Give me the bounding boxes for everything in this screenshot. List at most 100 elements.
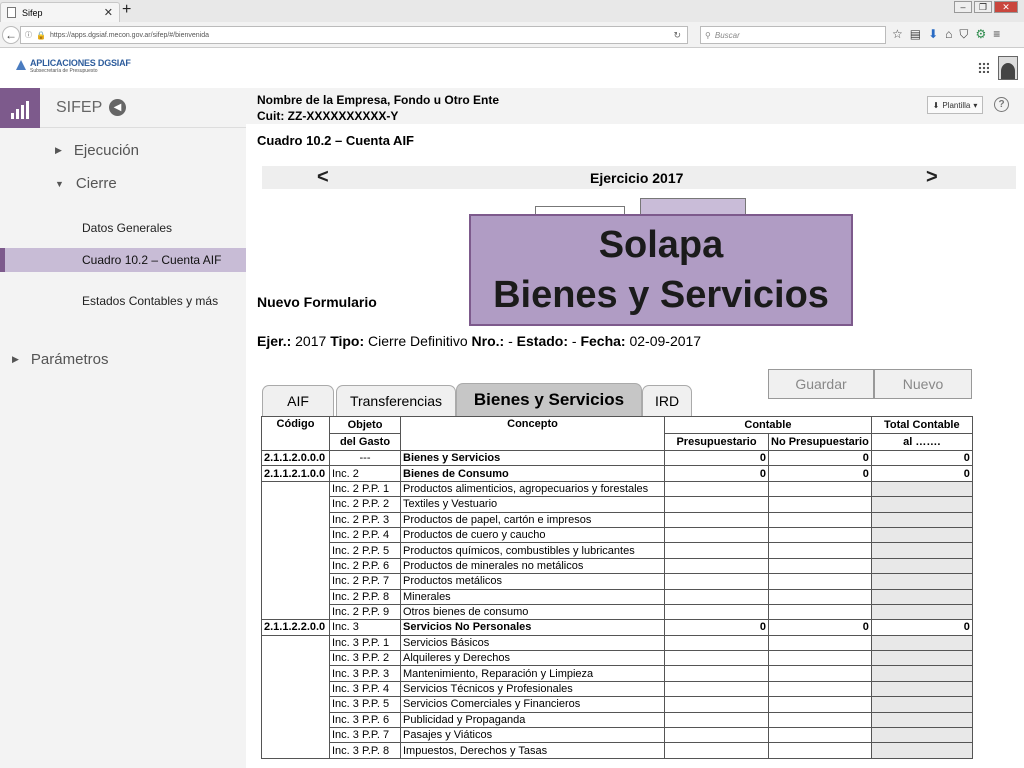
new-tab-icon[interactable]: +	[122, 1, 131, 19]
input-no-presupuestario[interactable]	[768, 650, 872, 667]
logo-title: APLICACIONES DGSIAF	[30, 58, 131, 68]
input-presupuestario[interactable]	[664, 526, 769, 544]
sidebar-subitem-datos-generales[interactable]: Datos Generales	[82, 221, 172, 235]
input-presupuestario[interactable]	[664, 496, 769, 513]
sidebar-item-ejecucion[interactable]: ▶ Ejecución	[55, 142, 139, 159]
window-close-icon[interactable]: ✕	[994, 1, 1018, 13]
cell-total-readonly	[870, 665, 973, 682]
annotation-callout: Solapa Bienes y Servicios	[469, 214, 853, 326]
input-no-presupuestario[interactable]	[768, 711, 872, 729]
cell-concepto: Otros bienes de consumo	[400, 603, 665, 621]
input-presupuestario[interactable]	[664, 480, 769, 498]
cell-no-presupuestario: 0	[768, 465, 872, 482]
sidebar-subitem-estados-contables[interactable]: Estados Contables y más	[82, 294, 218, 308]
input-no-presupuestario[interactable]	[768, 680, 872, 698]
cell-objeto: Inc. 3 P.P. 5	[329, 696, 401, 713]
close-tab-icon[interactable]: ✕	[104, 6, 113, 19]
cell-concepto: Productos químicos, combustibles y lubri…	[400, 542, 665, 559]
sidebar-item-label: Cierre	[75, 175, 117, 192]
help-icon[interactable]: ?	[994, 97, 1009, 112]
next-year-button[interactable]: >	[926, 166, 938, 188]
cell-objeto: Inc. 2 P.P. 5	[329, 542, 401, 559]
sidebar-item-cierre[interactable]: ▼ Cierre	[55, 175, 117, 192]
reading-list-icon[interactable]: ▤	[910, 27, 921, 42]
input-no-presupuestario[interactable]	[768, 542, 872, 559]
cell-objeto: Inc. 2 P.P. 4	[329, 526, 401, 544]
bookmark-star-icon[interactable]: ☆	[892, 27, 903, 42]
back-arrow-icon[interactable]: ←	[2, 26, 20, 44]
cell-codigo	[261, 481, 330, 497]
sidebar-item-parametros[interactable]: ▶ Parámetros	[12, 351, 108, 368]
cell-codigo	[261, 650, 330, 666]
tab-transferencias[interactable]: Transferencias	[336, 385, 456, 416]
tab-aif[interactable]: AIF	[262, 385, 334, 416]
input-no-presupuestario[interactable]	[768, 603, 872, 621]
input-presupuestario[interactable]	[664, 542, 769, 559]
input-presupuestario[interactable]	[664, 742, 769, 759]
cell-total-readonly	[870, 696, 973, 713]
reload-icon[interactable]: ↻	[673, 30, 681, 41]
dgsiaf-logo[interactable]: APLICACIONES DGSIAF Subsecretaría de Pre…	[16, 58, 131, 74]
input-presupuestario[interactable]	[664, 603, 769, 621]
input-no-presupuestario[interactable]	[768, 696, 872, 713]
download-icon[interactable]: ⬇	[928, 27, 938, 42]
address-bar[interactable]: ⓘ 🔒 https://apps.dgsiaf.mecon.gov.ar/sif…	[20, 26, 688, 44]
extension-icon[interactable]: ⚙	[975, 27, 986, 42]
cell-codigo	[261, 712, 330, 728]
cell-codigo	[261, 727, 330, 743]
back-circle-icon[interactable]: ◀	[109, 99, 126, 116]
input-no-presupuestario[interactable]	[768, 727, 872, 744]
input-no-presupuestario[interactable]	[768, 480, 872, 498]
input-no-presupuestario[interactable]	[768, 496, 872, 513]
table-row: Inc. 3 P.P. 7 Pasajes y Viáticos	[261, 727, 973, 744]
header-contable: Contable	[664, 416, 872, 434]
ejercicio-label: Ejercicio 2017	[590, 170, 684, 186]
input-no-presupuestario[interactable]	[768, 526, 872, 544]
input-no-presupuestario[interactable]	[768, 742, 872, 759]
input-no-presupuestario[interactable]	[768, 588, 872, 605]
input-presupuestario[interactable]	[664, 696, 769, 713]
cell-total: 0	[870, 449, 973, 467]
input-presupuestario[interactable]	[664, 680, 769, 698]
pocket-icon[interactable]: ⛉	[959, 27, 968, 42]
form-title: Nuevo Formulario	[257, 294, 377, 310]
input-presupuestario[interactable]	[664, 634, 769, 652]
user-avatar[interactable]	[998, 56, 1018, 80]
input-presupuestario[interactable]	[664, 650, 769, 667]
input-no-presupuestario[interactable]	[768, 557, 872, 575]
input-presupuestario[interactable]	[664, 573, 769, 590]
maximize-icon[interactable]: ❐	[974, 1, 992, 13]
tab-ird[interactable]: IRD	[642, 385, 692, 416]
input-no-presupuestario[interactable]	[768, 511, 872, 528]
browser-tab[interactable]: Sifep ✕	[0, 2, 120, 22]
input-no-presupuestario[interactable]	[768, 573, 872, 590]
plantilla-dropdown[interactable]: ⬇ Plantilla ▾	[927, 96, 983, 114]
sidebar-subitem-cuadro-active[interactable]: Cuadro 10.2 – Cuenta AIF	[0, 248, 246, 272]
input-presupuestario[interactable]	[664, 727, 769, 744]
browser-search-input[interactable]: ⚲ Buscar	[700, 26, 886, 44]
cell-codigo	[261, 696, 330, 713]
cell-concepto: Bienes de Consumo	[400, 465, 665, 482]
tab-bienes-y-servicios[interactable]: Bienes y Servicios	[456, 383, 642, 416]
input-presupuestario[interactable]	[664, 557, 769, 575]
info-icon[interactable]: ⓘ	[25, 30, 32, 40]
input-presupuestario[interactable]	[664, 711, 769, 729]
input-presupuestario[interactable]	[664, 511, 769, 528]
input-presupuestario[interactable]	[664, 588, 769, 605]
input-no-presupuestario[interactable]	[768, 634, 872, 652]
cell-concepto: Productos metálicos	[400, 573, 665, 590]
input-presupuestario[interactable]	[664, 665, 769, 682]
cell-objeto: Inc. 3 P.P. 7	[329, 727, 401, 744]
minimize-icon[interactable]: –	[954, 1, 972, 13]
header-concepto: Concepto	[400, 416, 665, 451]
cell-total-readonly	[870, 711, 973, 729]
apps-grid-icon[interactable]	[978, 62, 989, 73]
home-icon[interactable]: ⌂	[945, 27, 952, 42]
cell-objeto: Inc. 3 P.P. 8	[329, 742, 401, 759]
prev-year-button[interactable]: <	[317, 166, 329, 188]
callout-line-1: Solapa	[598, 224, 724, 266]
cell-total-readonly	[870, 573, 973, 590]
menu-icon[interactable]: ≡	[993, 27, 1000, 42]
cell-objeto: ---	[329, 449, 401, 467]
input-no-presupuestario[interactable]	[768, 665, 872, 682]
